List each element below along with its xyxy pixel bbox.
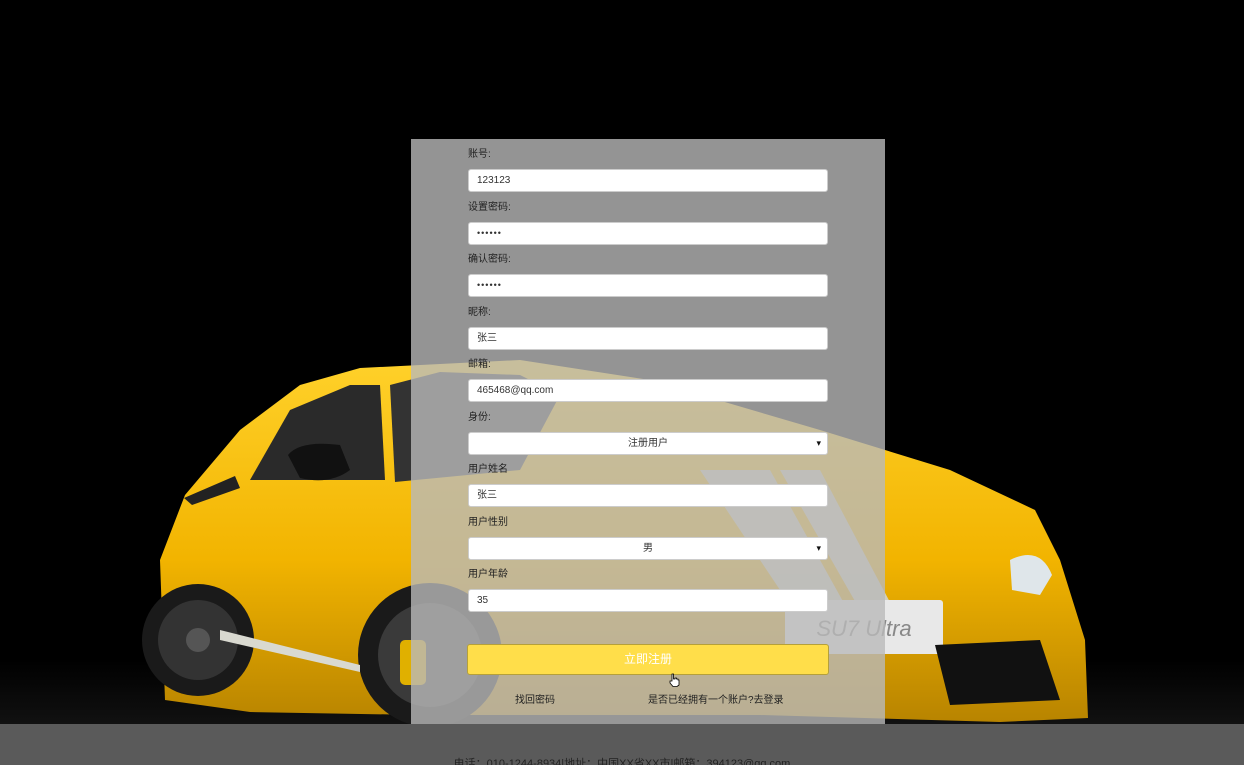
hand-pointer-icon: [669, 673, 680, 687]
go-login-link[interactable]: 是否已经拥有一个账户?去登录: [648, 691, 784, 706]
password-field: 设置密码: ••••••: [468, 201, 828, 245]
identity-selected-value: 注册用户: [628, 438, 668, 449]
select-arrows-icon: ▾: [816, 543, 821, 553]
email-label: 邮箱:: [468, 359, 491, 370]
age-label: 用户年龄: [468, 569, 508, 580]
identity-field: 身份: 注册用户 ▾: [468, 411, 828, 455]
register-button[interactable]: 立即注册: [467, 644, 829, 675]
nickname-label: 昵称:: [468, 307, 491, 318]
age-input[interactable]: 35: [468, 589, 828, 612]
footer-contact-text: 电话：010-1244-8934|地址：中国XX省XX市|邮箱：394123@q…: [453, 758, 791, 765]
confirm-password-field: 确认密码: ••••••: [468, 253, 828, 297]
gender-select[interactable]: 男 ▾: [468, 537, 828, 560]
confirm-password-input[interactable]: ••••••: [468, 274, 828, 297]
nickname-input[interactable]: 张三: [468, 327, 828, 350]
confirm-password-label: 确认密码:: [468, 254, 511, 265]
select-arrows-icon: ▾: [816, 438, 821, 448]
user-name-label: 用户姓名: [468, 464, 508, 475]
account-field: 账号: 123123: [468, 148, 828, 192]
password-input[interactable]: ••••••: [468, 222, 828, 245]
footer: 电话：010-1244-8934|地址：中国XX省XX市|邮箱：394123@q…: [0, 724, 1244, 765]
age-field: 用户年龄 35: [468, 568, 828, 612]
user-name-input[interactable]: 张三: [468, 484, 828, 507]
identity-label: 身份:: [468, 412, 491, 423]
password-label: 设置密码:: [468, 202, 511, 213]
gender-label: 用户性别: [468, 517, 508, 528]
gender-field: 用户性别 男 ▾: [468, 516, 828, 560]
forgot-password-link[interactable]: 找回密码: [515, 691, 555, 706]
account-input[interactable]: 123123: [468, 169, 828, 192]
nickname-field: 昵称: 张三: [468, 306, 828, 350]
email-field: 邮箱: 465468@qq.com: [468, 358, 828, 402]
user-name-field: 用户姓名 张三: [468, 463, 828, 507]
account-label: 账号:: [468, 149, 491, 160]
register-form-panel: 账号: 123123 设置密码: •••••• 确认密码: •••••• 昵称:…: [411, 139, 885, 724]
identity-select[interactable]: 注册用户 ▾: [468, 432, 828, 455]
email-input[interactable]: 465468@qq.com: [468, 379, 828, 402]
gender-selected-value: 男: [643, 543, 653, 554]
